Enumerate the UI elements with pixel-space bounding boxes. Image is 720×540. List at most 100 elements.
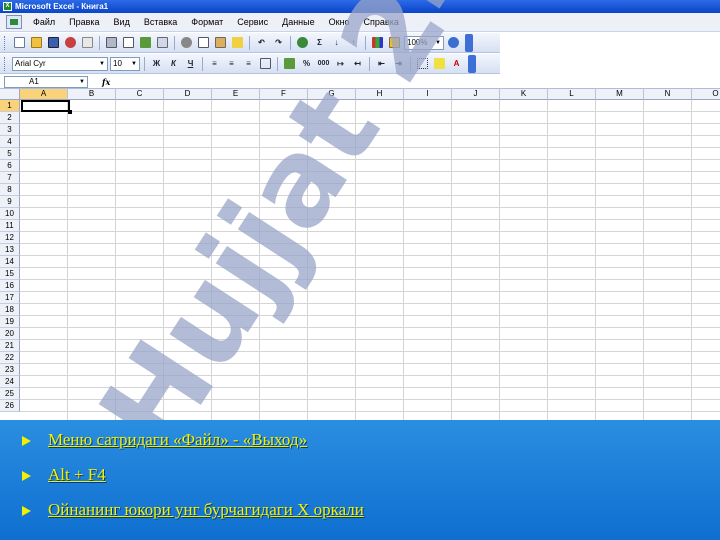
menu-file[interactable]: Файл [26, 17, 62, 27]
row-header[interactable]: 3 [0, 124, 20, 136]
new-icon[interactable] [12, 35, 27, 50]
column-header[interactable]: J [452, 89, 500, 100]
fx-icon[interactable]: fx [102, 77, 110, 87]
menu-help[interactable]: Справка [357, 17, 406, 27]
autosum-icon[interactable]: Σ [312, 35, 327, 50]
merge-center-icon[interactable] [258, 56, 273, 71]
row-header[interactable]: 2 [0, 112, 20, 124]
percent-button[interactable]: % [299, 56, 314, 71]
active-cell[interactable] [21, 100, 72, 114]
hyperlink-icon[interactable] [295, 35, 310, 50]
fill-color-icon[interactable] [432, 56, 447, 71]
zoom-select[interactable]: 100% ▼ [404, 35, 444, 50]
row-header[interactable]: 9 [0, 196, 20, 208]
format-painter-icon[interactable] [230, 35, 245, 50]
row-header[interactable]: 16 [0, 280, 20, 292]
underline-button[interactable]: Ч [183, 56, 198, 71]
column-header[interactable]: B [68, 89, 116, 100]
column-header[interactable]: F [260, 89, 308, 100]
permission-icon[interactable] [63, 35, 78, 50]
toolbar-options-icon[interactable] [465, 33, 473, 52]
save-icon[interactable] [46, 35, 61, 50]
bold-button[interactable]: Ж [149, 56, 164, 71]
increase-indent-icon[interactable]: ⇥ [391, 56, 406, 71]
sort-ascending-icon[interactable]: ↓ [329, 35, 344, 50]
column-header[interactable]: N [644, 89, 692, 100]
toolbar-options-icon[interactable] [468, 54, 476, 73]
select-all-corner[interactable] [0, 89, 20, 100]
increase-decimal-icon[interactable]: ↦ [333, 56, 348, 71]
align-left-icon[interactable]: ≡ [207, 56, 222, 71]
column-header[interactable]: I [404, 89, 452, 100]
redo-icon[interactable]: ↷ [271, 35, 286, 50]
font-name-select[interactable]: Arial Cyr ▼ [12, 56, 108, 71]
print-icon[interactable] [104, 35, 119, 50]
formula-input[interactable] [118, 76, 720, 88]
sort-descending-icon[interactable]: ↑ [346, 35, 361, 50]
help-icon[interactable] [446, 35, 461, 50]
row-header[interactable]: 14 [0, 256, 20, 268]
menu-tools[interactable]: Сервис [230, 17, 275, 27]
currency-icon[interactable] [282, 56, 297, 71]
paste-icon[interactable] [213, 35, 228, 50]
decrease-decimal-icon[interactable]: ↤ [350, 56, 365, 71]
column-header[interactable]: K [500, 89, 548, 100]
chart-wizard-icon[interactable] [370, 35, 385, 50]
row-header[interactable]: 5 [0, 148, 20, 160]
print-preview-icon[interactable] [121, 35, 136, 50]
menu-window[interactable]: Окно [322, 17, 357, 27]
row-header[interactable]: 10 [0, 208, 20, 220]
undo-icon[interactable]: ↶ [254, 35, 269, 50]
row-header[interactable]: 15 [0, 268, 20, 280]
row-header[interactable]: 25 [0, 388, 20, 400]
column-header[interactable]: D [164, 89, 212, 100]
decrease-indent-icon[interactable]: ⇤ [374, 56, 389, 71]
row-header[interactable]: 6 [0, 160, 20, 172]
italic-button[interactable]: К [166, 56, 181, 71]
column-header[interactable]: C [116, 89, 164, 100]
row-header[interactable]: 18 [0, 304, 20, 316]
row-header[interactable]: 21 [0, 340, 20, 352]
column-header[interactable]: A [20, 89, 68, 100]
row-header[interactable]: 12 [0, 232, 20, 244]
row-header[interactable]: 13 [0, 244, 20, 256]
row-header[interactable]: 22 [0, 352, 20, 364]
column-header[interactable]: H [356, 89, 404, 100]
workbook-icon[interactable] [6, 15, 22, 29]
toolbar-grip[interactable] [4, 35, 7, 50]
row-header[interactable]: 7 [0, 172, 20, 184]
email-icon[interactable] [80, 35, 95, 50]
row-header[interactable]: 24 [0, 376, 20, 388]
menu-edit[interactable]: Правка [62, 17, 106, 27]
font-color-icon[interactable]: A [449, 56, 464, 71]
worksheet-grid[interactable]: A B C D E F G H I J K L M N O 1 2 3 4 5 6 7 8 9 10 11 12 13 14 15 16 17… [0, 89, 720, 420]
borders-icon[interactable] [415, 56, 430, 71]
menu-data[interactable]: Данные [275, 17, 322, 27]
font-size-select[interactable]: 10 ▼ [110, 56, 140, 71]
row-header[interactable]: 11 [0, 220, 20, 232]
menu-insert[interactable]: Вставка [137, 17, 184, 27]
open-icon[interactable] [29, 35, 44, 50]
row-header[interactable]: 26 [0, 400, 20, 412]
spelling-icon[interactable] [138, 35, 153, 50]
column-header[interactable]: M [596, 89, 644, 100]
copy-icon[interactable] [196, 35, 211, 50]
row-header[interactable]: 23 [0, 364, 20, 376]
drawing-icon[interactable] [387, 35, 402, 50]
research-icon[interactable] [155, 35, 170, 50]
row-header[interactable]: 20 [0, 328, 20, 340]
row-header[interactable]: 8 [0, 184, 20, 196]
align-center-icon[interactable]: ≡ [224, 56, 239, 71]
row-header[interactable]: 17 [0, 292, 20, 304]
row-header[interactable]: 4 [0, 136, 20, 148]
name-box[interactable]: A1 ▼ [4, 75, 88, 88]
row-header[interactable]: 1 [0, 100, 20, 112]
menu-format[interactable]: Формат [184, 17, 230, 27]
cut-icon[interactable] [179, 35, 194, 50]
row-header[interactable]: 19 [0, 316, 20, 328]
column-header[interactable]: E [212, 89, 260, 100]
column-header[interactable]: O [692, 89, 720, 100]
column-header[interactable]: G [308, 89, 356, 100]
column-header[interactable]: L [548, 89, 596, 100]
align-right-icon[interactable]: ≡ [241, 56, 256, 71]
